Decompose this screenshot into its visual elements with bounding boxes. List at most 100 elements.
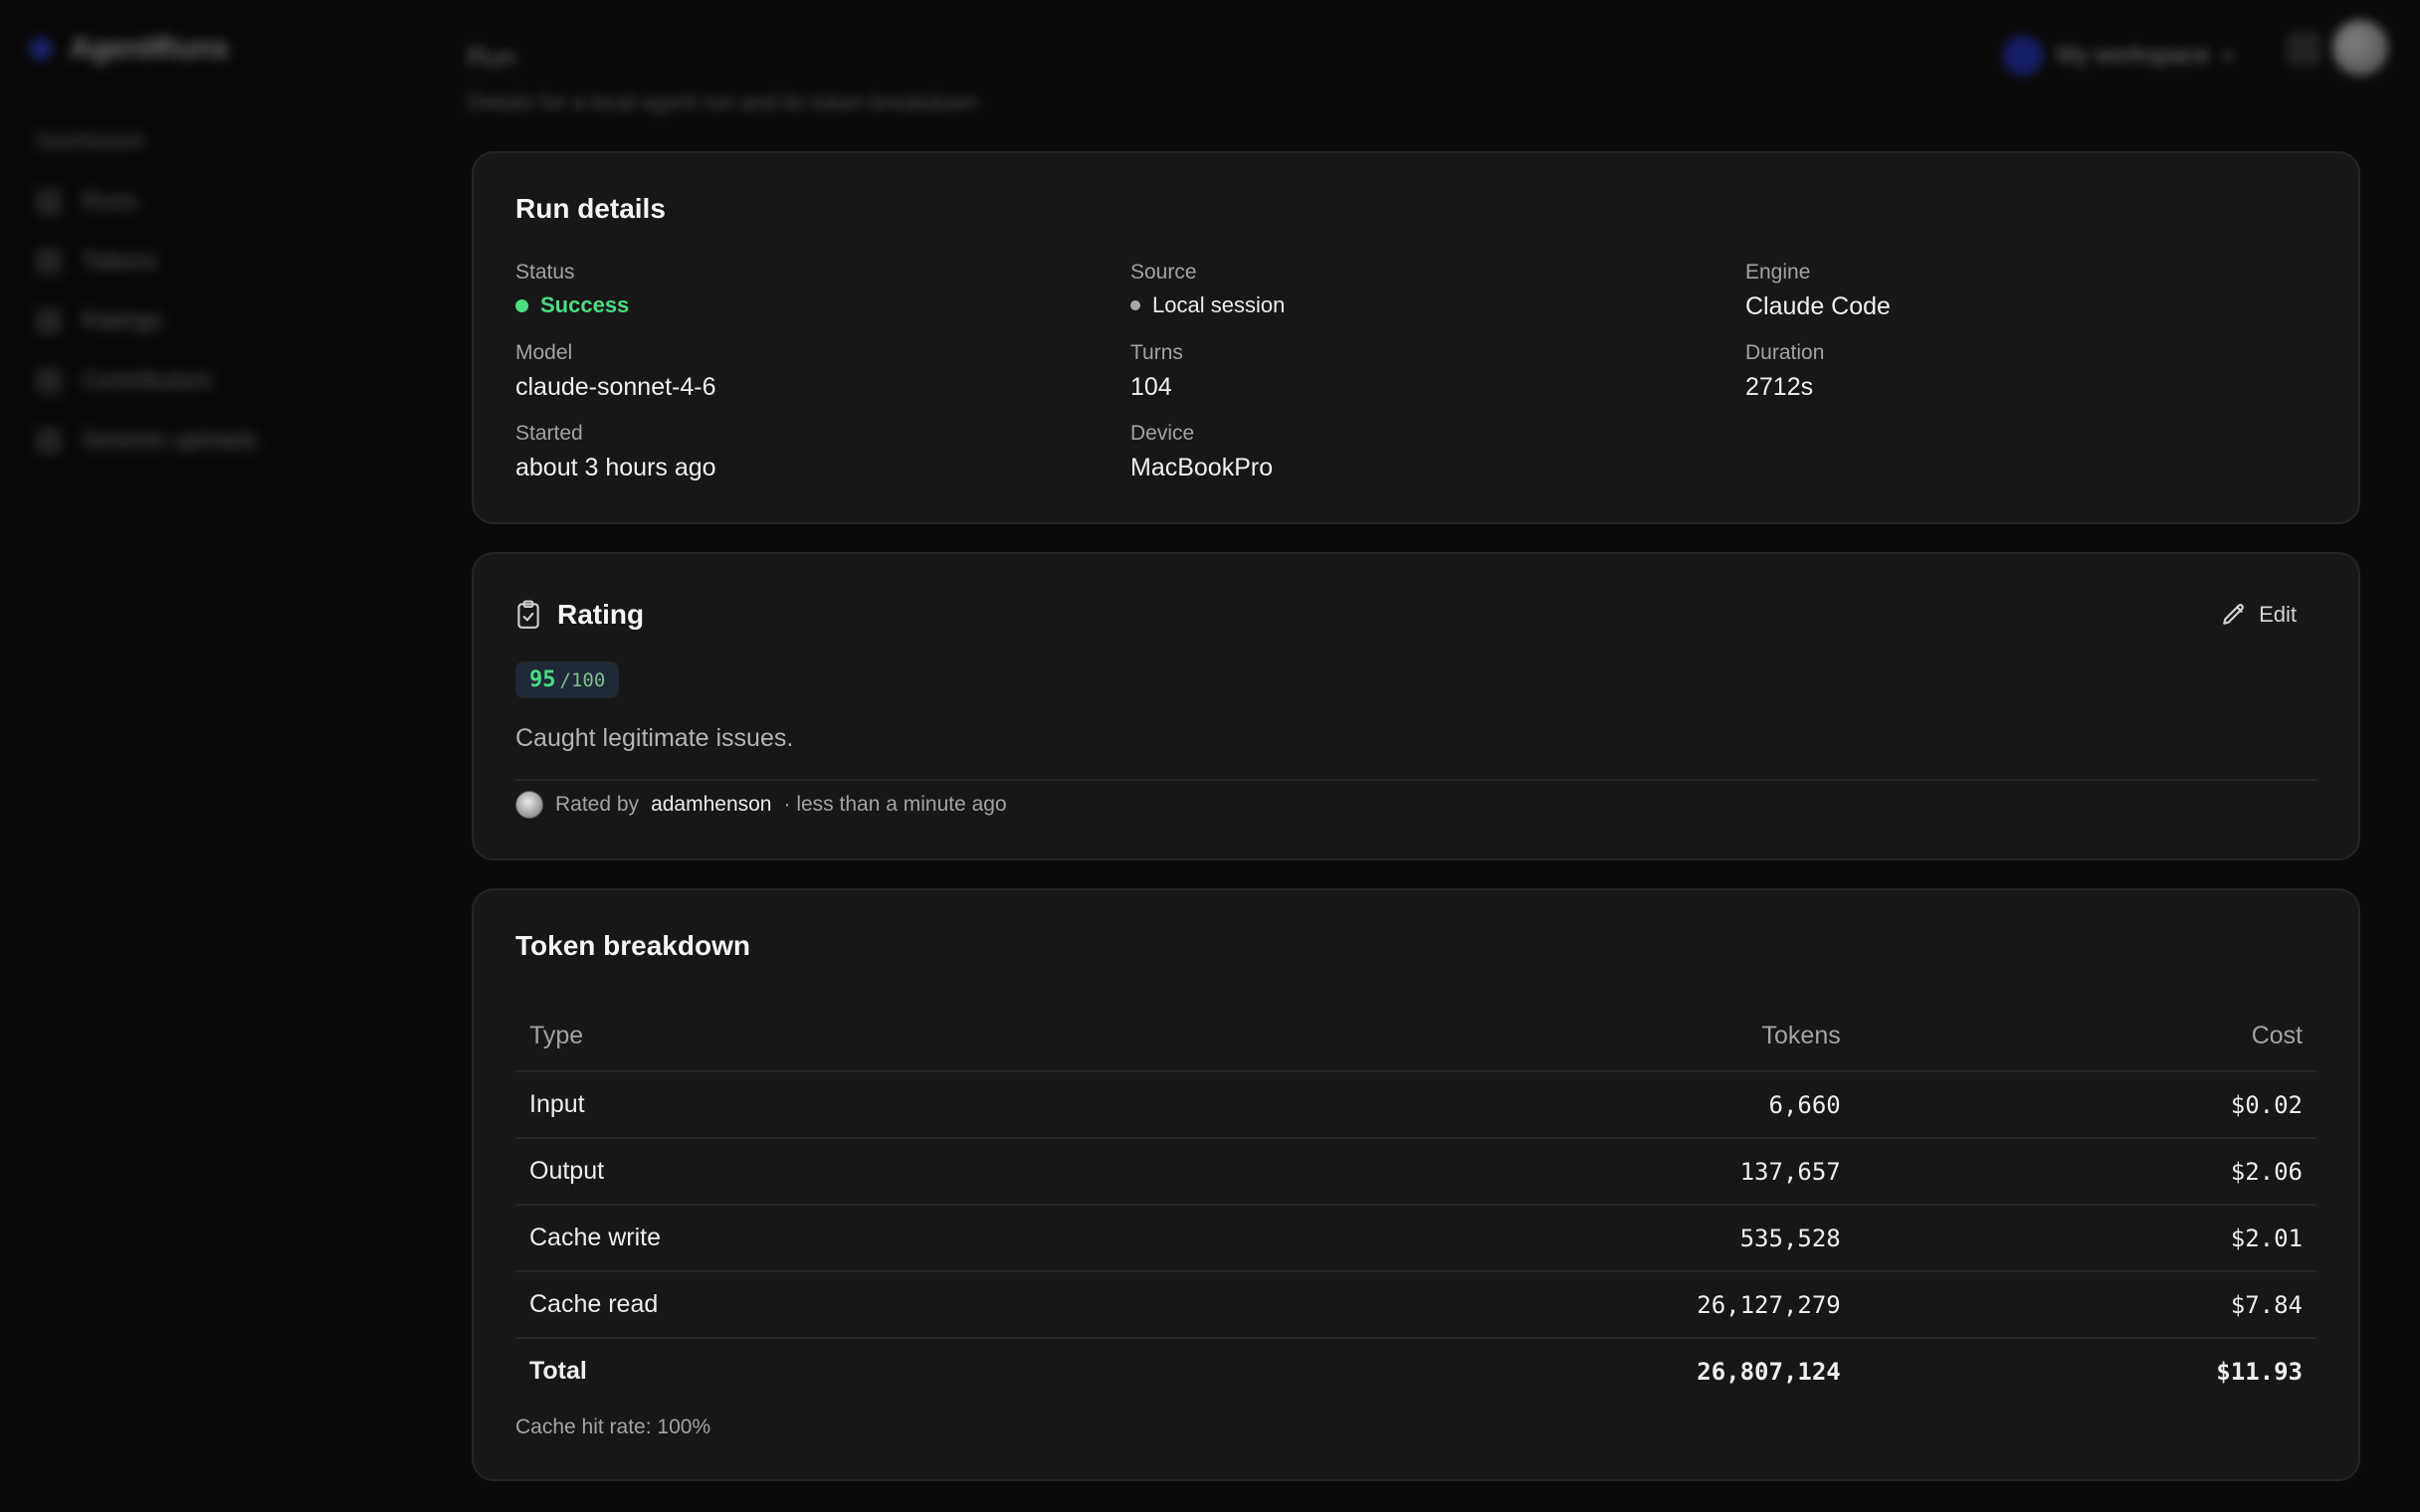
run-details-grid: Status Success Source Local session Engi… (515, 261, 2317, 482)
edit-label: Edit (2259, 602, 2297, 627)
engine-value: Claude Code (1745, 292, 1891, 320)
table-row: Input 6,660 $0.02 (515, 1071, 2317, 1139)
org-avatar (2002, 36, 2043, 76)
row-cost: $2.06 (1854, 1138, 2317, 1206)
score-max: /100 (559, 669, 606, 691)
device-field: Device MacBookPro (1130, 422, 1745, 482)
sidebar: AgentRuns Dashboard Runs Tokens Ratings … (0, 0, 418, 1512)
user-avatar[interactable] (2332, 20, 2388, 76)
source-badge: Local session (1130, 292, 1745, 318)
rating-header: Rating Edit (515, 594, 2317, 636)
topbar: Run Details for a local agent run and it… (418, 0, 2420, 139)
status-field: Status Success (515, 261, 1130, 321)
rater-avatar (515, 791, 543, 819)
model-label: Model (515, 341, 573, 364)
run-details-title: Run details (515, 193, 666, 224)
total-type: Total (529, 1357, 587, 1385)
chevron-down-icon: ▾ (2222, 45, 2233, 68)
brand-logo-icon (30, 38, 52, 60)
token-breakdown-title: Token breakdown (515, 930, 750, 961)
source-label: Source (1130, 261, 1197, 284)
sidebar-item-label: Runs (82, 188, 138, 215)
page-subtitle: Details for a local agent run and its to… (468, 90, 978, 114)
source-field: Source Local session (1130, 261, 1745, 321)
row-tokens: 535,528 (1159, 1205, 1855, 1272)
row-cost: $7.84 (1854, 1271, 2317, 1339)
table-total-row: Total 26,807,124 $11.93 (515, 1338, 2317, 1404)
sidebar-item-label: Tokens (82, 248, 158, 275)
model-value: claude-sonnet-4-6 (515, 373, 716, 401)
duration-label: Duration (1745, 341, 1825, 364)
sidebar-item-label: Session uploads (82, 427, 258, 454)
rated-by-prefix: Rated by (555, 793, 640, 816)
brand[interactable]: AgentRuns (0, 0, 417, 98)
rating-title: Rating (557, 599, 645, 630)
sidebar-item-label: Contributors (82, 367, 212, 394)
sidebar-item-session-uploads[interactable]: Session uploads (0, 411, 417, 471)
column-header-cost: Cost (1854, 1002, 2317, 1072)
status-value: Success (540, 292, 630, 317)
clipboard-check-icon (517, 600, 539, 629)
sidebar-item-tokens[interactable]: Tokens (0, 232, 417, 291)
tokens-icon (36, 249, 62, 275)
run-details-card: Run details Status Success Source Local … (472, 151, 2360, 524)
turns-value: 104 (1130, 373, 1172, 401)
row-tokens: 6,660 (1159, 1071, 1855, 1139)
cache-hit-rate: Cache hit rate: 100% (515, 1416, 711, 1438)
row-type: Input (515, 1071, 1160, 1139)
runs-icon (36, 189, 62, 215)
pencil-icon (2223, 604, 2244, 625)
duration-field: Duration 2712s (1745, 341, 2317, 402)
turns-field: Turns 104 (1130, 341, 1745, 402)
status-badge: Success (515, 292, 1130, 318)
row-type: Cache read (515, 1271, 1160, 1339)
column-header-type: Type (515, 1002, 1160, 1072)
row-type: Output (515, 1138, 1160, 1206)
table-row: Cache read 26,127,279 $7.84 (515, 1271, 2317, 1339)
engine-label: Engine (1745, 261, 1811, 284)
main-content: Run details Status Success Source Local … (472, 151, 2360, 1509)
rating-divider (515, 779, 2317, 781)
row-type: Cache write (515, 1205, 1160, 1272)
started-label: Started (515, 422, 583, 445)
source-dot-icon (1130, 300, 1140, 310)
org-switcher[interactable]: My workspace ▾ (1985, 26, 2251, 86)
source-value: Local session (1152, 292, 1286, 317)
ratings-icon (36, 308, 62, 334)
row-tokens: 26,127,279 (1159, 1271, 1855, 1339)
notification-bell-icon[interactable] (2287, 32, 2320, 66)
breadcrumb[interactable]: Run (468, 42, 515, 73)
rater-name[interactable]: adamhenson (651, 793, 771, 817)
token-table: Type Tokens Cost Input 6,660 $0.02 Outpu… (515, 1002, 2317, 1404)
sidebar-section-heading: Dashboard (36, 128, 143, 153)
rating-comment: Caught legitimate issues. (515, 724, 794, 752)
table-header-row: Type Tokens Cost (515, 1002, 2317, 1072)
sidebar-item-runs[interactable]: Runs (0, 172, 417, 232)
turns-label: Turns (1130, 341, 1183, 364)
rated-by: Rated by adamhenson · less than a minute… (515, 791, 2317, 819)
started-value: about 3 hours ago (515, 454, 716, 481)
org-name: My workspace (2056, 42, 2209, 69)
total-cost: $11.93 (2216, 1357, 2303, 1386)
table-row: Cache write 535,528 $2.01 (515, 1205, 2317, 1272)
brand-name: AgentRuns (70, 32, 229, 65)
sidebar-item-contributors[interactable]: Contributors (0, 351, 417, 411)
score-value: 95 (529, 667, 556, 692)
engine-field: Engine Claude Code (1745, 261, 2317, 321)
status-dot-icon (515, 298, 528, 312)
table-row: Output 137,657 $2.06 (515, 1138, 2317, 1206)
contributors-icon (36, 368, 62, 394)
started-field: Started about 3 hours ago (515, 422, 1130, 482)
device-value: MacBookPro (1130, 454, 1274, 481)
app-root: AgentRuns Dashboard Runs Tokens Ratings … (0, 0, 2420, 1512)
upload-icon (36, 428, 62, 454)
duration-value: 2712s (1745, 373, 1814, 401)
total-tokens: 26,807,124 (1697, 1357, 1841, 1386)
edit-rating-button[interactable]: Edit (2201, 594, 2317, 636)
score-badge: 95 /100 (515, 662, 620, 698)
sidebar-item-ratings[interactable]: Ratings (0, 291, 417, 351)
device-label: Device (1130, 422, 1195, 445)
status-label: Status (515, 261, 575, 284)
rating-card: Rating Edit 95 /100 Caught legitimate is… (472, 552, 2360, 860)
token-breakdown-card: Token breakdown Type Tokens Cost Input 6… (472, 888, 2360, 1481)
